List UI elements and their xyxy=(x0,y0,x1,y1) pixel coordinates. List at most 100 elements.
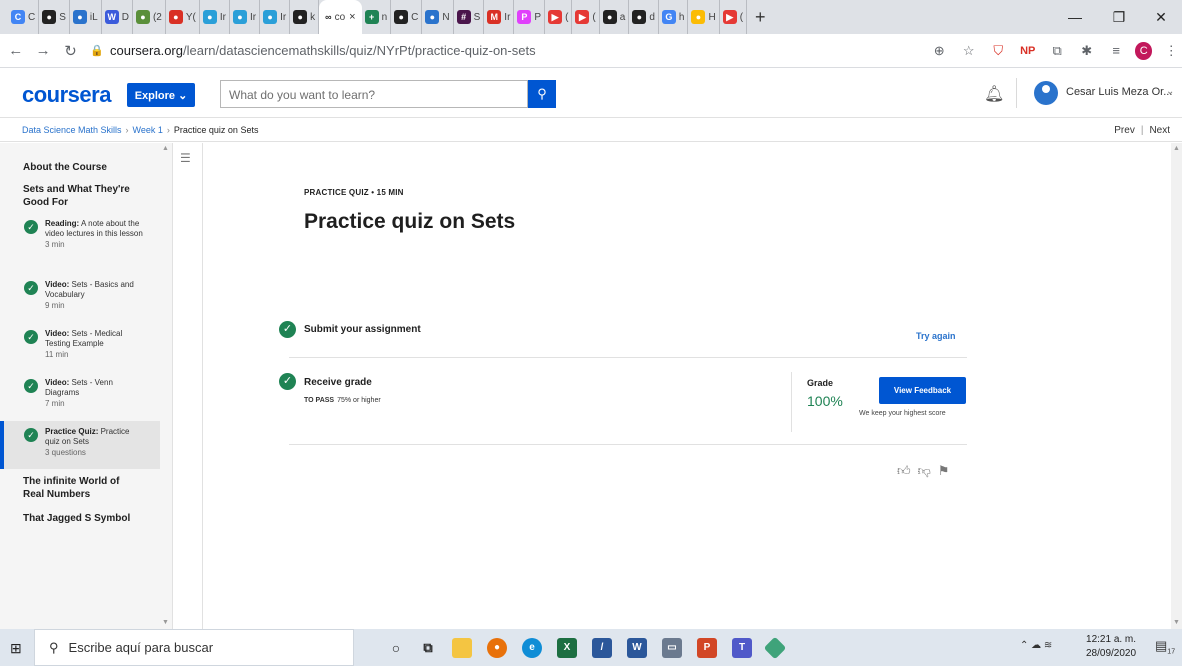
tab-9[interactable]: ● k xyxy=(290,0,320,34)
to-pass-text: TO PASS 75% or higher xyxy=(304,397,381,404)
scroll-down-icon[interactable]: ▼ xyxy=(162,619,169,626)
cortana-icon[interactable]: ○ xyxy=(386,638,406,658)
edge-icon[interactable]: e xyxy=(522,638,542,658)
tab-label: iL xyxy=(89,11,98,23)
tab-right-9[interactable]: ● d xyxy=(629,0,659,34)
main-scrollbar[interactable]: ▲ ▼ xyxy=(1171,143,1182,629)
tab-active[interactable]: ∞ co × xyxy=(319,0,362,34)
pen-app-icon[interactable]: / xyxy=(592,638,612,658)
notification-center-icon[interactable]: ▤17 xyxy=(1155,638,1175,656)
browser-toolbar: ← → ↻ 🔒 coursera.org/learn/datasciencema… xyxy=(0,34,1182,68)
tab-right-1[interactable]: ● C xyxy=(391,0,423,34)
scroll-down-icon[interactable]: ▼ xyxy=(1173,619,1180,626)
explore-button[interactable]: Explore ⌄ xyxy=(127,83,195,107)
sidebar-item-practice-quiz[interactable]: ✓ Practice Quiz: Practice quiz on Sets 3 … xyxy=(0,421,160,469)
tab-right-6[interactable]: ▶( xyxy=(545,0,573,34)
close-window-button[interactable]: ✕ xyxy=(1140,0,1182,34)
forward-arrow-icon[interactable]: → xyxy=(31,42,54,59)
scroll-up-icon[interactable]: ▲ xyxy=(162,145,169,152)
flag-icon[interactable]: ⚑ xyxy=(938,463,950,478)
tab-5[interactable]: ● Y( xyxy=(166,0,200,34)
excel-icon[interactable]: X xyxy=(557,638,577,658)
gitkraken-icon[interactable] xyxy=(763,636,787,660)
grade-value: 100% xyxy=(807,393,843,409)
tab-right-0[interactable]: + n xyxy=(362,0,392,34)
tab-close-icon[interactable]: × xyxy=(349,11,355,23)
menu-kebab-icon[interactable]: ⋮ xyxy=(1160,43,1181,59)
tab-right-7[interactable]: ▶( xyxy=(572,0,600,34)
tab-6[interactable]: ● Ir xyxy=(200,0,230,34)
tab-1[interactable]: ● S xyxy=(39,0,70,34)
sidebar-item-video-venn[interactable]: ✓ Video: Sets - Venn Diagrams 7 min xyxy=(0,378,160,418)
terminal-icon[interactable]: ▭ xyxy=(662,638,682,658)
sidebar-section-real-numbers[interactable]: The infinite World of Real Numbers xyxy=(23,475,143,501)
profile-avatar[interactable]: C xyxy=(1134,41,1153,60)
main-content: PRACTICE QUIZ • 15 MIN Practice quiz on … xyxy=(204,143,1170,629)
back-arrow-icon[interactable]: ← xyxy=(4,42,27,59)
address-bar[interactable]: 🔒 coursera.org/learn/datasciencemathskil… xyxy=(90,38,920,64)
chevron-down-icon[interactable]: ⌄ xyxy=(1166,86,1174,97)
scroll-up-icon[interactable]: ▲ xyxy=(1173,145,1180,152)
pocket-extension-icon[interactable]: ⛉ xyxy=(987,43,1008,59)
task-view-icon[interactable]: ⧉ xyxy=(418,638,438,658)
chrome-icon[interactable]: ● xyxy=(487,638,507,658)
tab-right-5[interactable]: PP xyxy=(514,0,546,34)
word-icon[interactable]: W xyxy=(627,638,647,658)
list-toggle-icon[interactable]: ☰ xyxy=(180,151,191,165)
user-name[interactable]: Cesar Luis Meza Or... xyxy=(1066,86,1172,98)
tab-7[interactable]: ● Ir xyxy=(230,0,261,34)
sidebar-section-jagged-s[interactable]: That Jagged S Symbol xyxy=(23,512,130,525)
tab-right-8[interactable]: ● a xyxy=(600,0,630,34)
taskbar-search-input[interactable]: ⚲ Escribe aquí para buscar xyxy=(34,629,354,666)
sidebar-item-video-basics[interactable]: ✓ Video: Sets - Basics and Vocabulary 9 m… xyxy=(0,280,160,320)
reading-list-icon[interactable]: ≡ xyxy=(1105,43,1126,58)
system-clock[interactable]: 12:21 a. m. 28/09/2020 xyxy=(1086,633,1136,661)
tab-right-3[interactable]: # S xyxy=(454,0,485,34)
tab-4[interactable]: ● (2 xyxy=(133,0,166,34)
system-tray[interactable]: ⌃ ☁ ≋ xyxy=(1020,640,1052,651)
new-tab-button[interactable]: + xyxy=(755,7,766,28)
cast-extension-icon[interactable]: ⧉ xyxy=(1046,43,1067,59)
tab-label: Ir xyxy=(504,11,511,23)
sidebar-item-reading[interactable]: ✓ Reading: A note about the video lectur… xyxy=(0,219,160,274)
tab-3[interactable]: WD xyxy=(102,0,133,34)
notifications-bell-icon[interactable]: 🔔︎ xyxy=(984,84,1004,104)
minimize-button[interactable]: — xyxy=(1054,0,1096,34)
try-again-link[interactable]: Try again xyxy=(916,331,956,341)
extensions-puzzle-icon[interactable]: ✱ xyxy=(1076,43,1097,59)
sidebar-section-sets[interactable]: Sets and What They're Good For xyxy=(23,183,143,209)
tab-right-11[interactable]: ● H xyxy=(688,0,720,34)
breadcrumb-course[interactable]: Data Science Math Skills xyxy=(22,125,122,135)
tab-right-10[interactable]: Gh xyxy=(659,0,689,34)
tab-list: C C ● S ● iL W D ● (2 ● Y(● Ir ● Ir ● Ir ● k xyxy=(8,0,320,34)
teams-icon[interactable]: T xyxy=(732,638,752,658)
maximize-button[interactable]: ❐ xyxy=(1098,0,1140,34)
powerpoint-icon[interactable]: P xyxy=(697,638,717,658)
windows-start-icon[interactable]: ⊞ xyxy=(10,640,22,657)
tab-8[interactable]: ● Ir xyxy=(260,0,291,34)
prev-link[interactable]: Prev xyxy=(1114,125,1135,136)
sidebar-item-video-medical[interactable]: ✓ Video: Sets - Medical Testing Example 1… xyxy=(0,329,160,369)
tab-right-4[interactable]: M Ir xyxy=(484,0,515,34)
tab-right-2[interactable]: ● N xyxy=(422,0,454,34)
reload-icon[interactable]: ↻ xyxy=(59,42,82,60)
thumbs-down-icon[interactable]: 👎︎ xyxy=(918,463,931,478)
bookmark-star-icon[interactable]: ☆ xyxy=(958,43,979,59)
view-feedback-button[interactable]: View Feedback xyxy=(879,377,966,404)
search-button[interactable]: ⚲ xyxy=(528,80,556,108)
coursera-logo[interactable]: coursera xyxy=(22,82,111,108)
file-explorer-icon[interactable] xyxy=(452,638,472,658)
next-link[interactable]: Next xyxy=(1149,125,1170,136)
tab-favicon-icon: ● xyxy=(691,10,706,24)
sidebar-scrollbar[interactable]: ▲ ▼ xyxy=(160,143,172,629)
sidebar-about-link[interactable]: About the Course xyxy=(23,161,107,174)
np-extension-icon[interactable]: NP xyxy=(1017,45,1038,57)
zoom-icon[interactable]: ⊕ xyxy=(929,43,950,59)
user-avatar[interactable] xyxy=(1034,81,1058,105)
thumbs-up-icon[interactable]: 👍︎ xyxy=(897,463,911,478)
tab-right-12[interactable]: ▶( xyxy=(720,0,748,34)
search-input[interactable]: What do you want to learn? xyxy=(220,80,528,108)
tab-2[interactable]: ● iL xyxy=(70,0,102,34)
tab-0[interactable]: CC xyxy=(8,0,40,34)
breadcrumb-week[interactable]: Week 1 xyxy=(133,125,163,135)
